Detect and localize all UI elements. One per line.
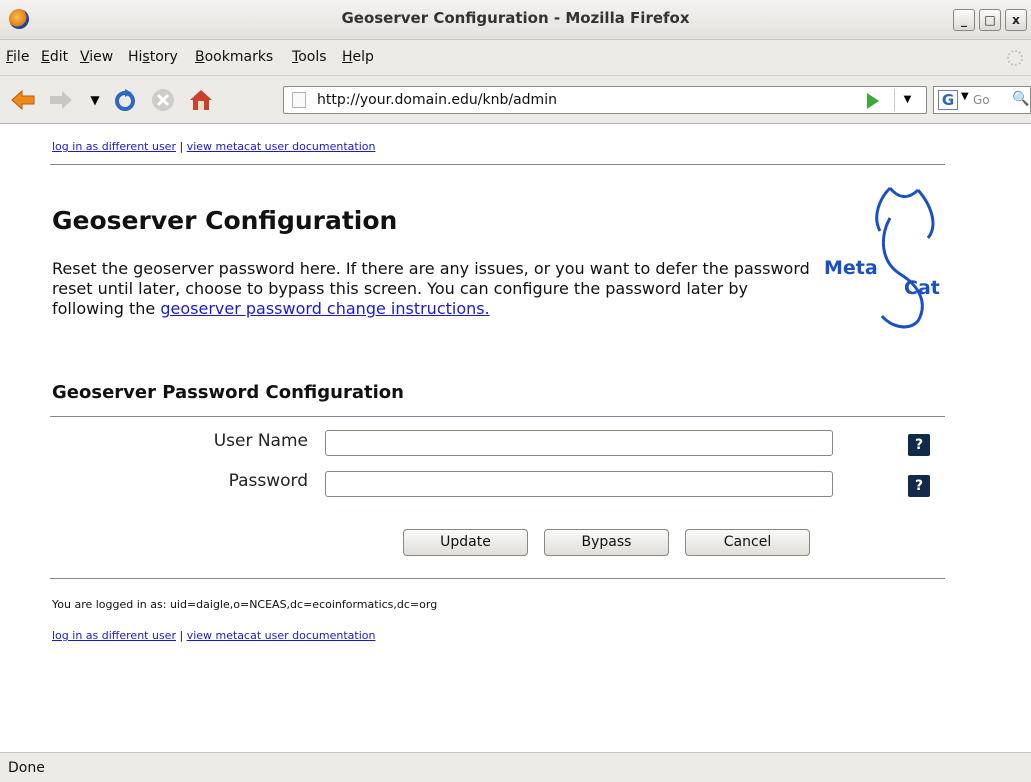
go-arrow-icon[interactable] bbox=[867, 93, 879, 109]
link-separator: | bbox=[179, 140, 184, 153]
username-label: User Name bbox=[213, 431, 308, 451]
search-input[interactable]: Go bbox=[973, 93, 990, 107]
url-bar[interactable]: http://your.domain.edu/knb/admin ▼ bbox=[283, 86, 927, 114]
top-links: log in as different user | view metacat … bbox=[52, 140, 375, 153]
status-text: Done bbox=[8, 760, 45, 776]
logo-text-cat: Cat bbox=[904, 277, 940, 299]
stop-icon[interactable] bbox=[150, 87, 176, 113]
footer-divider bbox=[50, 578, 945, 579]
docs-link[interactable]: view metacat user documentation bbox=[187, 140, 376, 153]
intro-text: Reset the geoserver password here. If th… bbox=[52, 259, 810, 318]
close-button[interactable]: x bbox=[1005, 9, 1027, 31]
maximize-button[interactable]: □ bbox=[979, 9, 1001, 31]
url-text[interactable]: http://your.domain.edu/knb/admin bbox=[317, 92, 557, 108]
password-label: Password bbox=[228, 471, 308, 491]
window-title: Geoserver Configuration - Mozilla Firefo… bbox=[341, 9, 690, 27]
divider bbox=[50, 164, 945, 165]
page-content: log in as different user | view metacat … bbox=[0, 124, 1031, 752]
footer-login-link[interactable]: log in as different user bbox=[52, 629, 176, 642]
bypass-button[interactable]: Bypass bbox=[544, 529, 669, 556]
page-icon bbox=[292, 92, 306, 108]
section-divider bbox=[50, 416, 945, 417]
footer-link-separator: | bbox=[179, 629, 184, 642]
menu-bookmarks[interactable]: Bookmarks bbox=[195, 49, 273, 65]
username-help-button[interactable]: ? bbox=[908, 434, 930, 456]
menu-file[interactable]: File bbox=[6, 49, 29, 65]
navigation-toolbar: ▼ http://your.domain.edu/knb/admin ▼ G ▼… bbox=[0, 76, 1031, 124]
username-field[interactable] bbox=[325, 430, 833, 456]
history-dropdown-icon[interactable]: ▼ bbox=[82, 87, 108, 113]
password-field[interactable] bbox=[325, 471, 833, 497]
home-icon[interactable] bbox=[188, 87, 214, 113]
browser-window: Geoserver Configuration - Mozilla Firefo… bbox=[0, 0, 1031, 782]
menu-view[interactable]: View bbox=[80, 49, 113, 65]
reload-icon[interactable] bbox=[112, 87, 138, 113]
logo-text-meta: Meta bbox=[824, 257, 878, 279]
geoserver-instructions-link[interactable]: geoserver password change instructions. bbox=[160, 299, 489, 318]
activity-throbber-icon bbox=[1007, 50, 1023, 66]
url-dropdown-icon[interactable]: ▼ bbox=[894, 89, 920, 111]
search-engine-icon[interactable]: G bbox=[938, 90, 958, 110]
back-arrow-icon[interactable] bbox=[10, 87, 36, 113]
metacat-logo: Meta Cat bbox=[824, 186, 940, 329]
page-title: Geoserver Configuration bbox=[52, 206, 398, 235]
footer-links: log in as different user | view metacat … bbox=[52, 629, 375, 642]
forward-arrow-icon[interactable] bbox=[48, 87, 74, 113]
menu-edit[interactable]: Edit bbox=[41, 49, 68, 65]
cancel-button[interactable]: Cancel bbox=[685, 529, 810, 556]
minimize-button[interactable]: _ bbox=[953, 9, 975, 31]
search-icon[interactable]: 🔍 bbox=[1012, 91, 1029, 107]
menu-history[interactable]: History bbox=[128, 49, 178, 65]
update-button[interactable]: Update bbox=[403, 529, 528, 556]
login-link[interactable]: log in as different user bbox=[52, 140, 176, 153]
menu-bar: File Edit View History Bookmarks Tools H… bbox=[0, 40, 1031, 76]
title-bar: Geoserver Configuration - Mozilla Firefo… bbox=[0, 0, 1031, 40]
section-title: Geoserver Password Configuration bbox=[52, 382, 404, 403]
search-box[interactable]: G ▼ Go 🔍 bbox=[933, 86, 1031, 114]
menu-tools[interactable]: Tools bbox=[292, 49, 327, 65]
password-help-button[interactable]: ? bbox=[908, 475, 930, 497]
status-bar: Done bbox=[0, 752, 1031, 782]
footer-docs-link[interactable]: view metacat user documentation bbox=[187, 629, 376, 642]
logged-in-status: You are logged in as: uid=daigle,o=NCEAS… bbox=[52, 598, 438, 611]
search-engine-dropdown-icon[interactable]: ▼ bbox=[961, 91, 969, 102]
menu-help[interactable]: Help bbox=[342, 49, 374, 65]
